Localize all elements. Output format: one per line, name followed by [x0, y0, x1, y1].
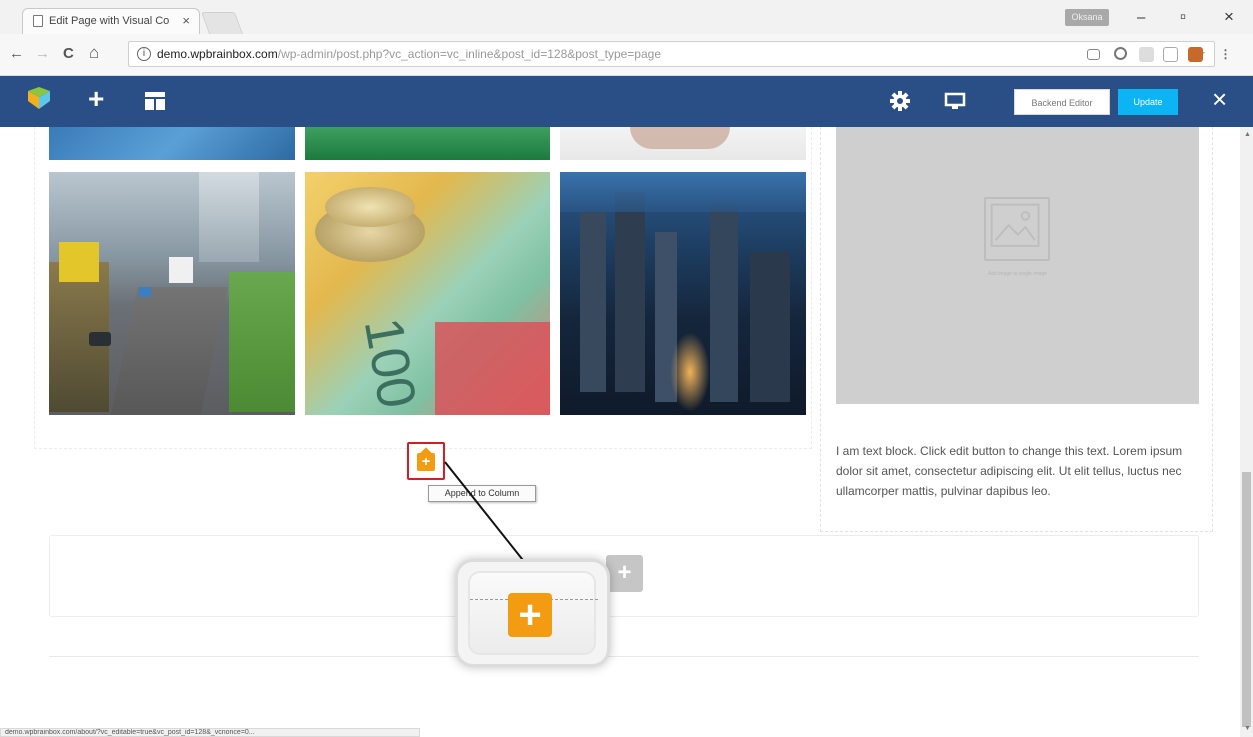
australian-money-image: 100 — [305, 172, 550, 415]
puzzle-icon[interactable] — [1139, 47, 1154, 62]
browser-tab-strip: Edit Page with Visual Co × Oksana – ▫ × — [0, 0, 1253, 34]
page-content: 100 Add image to single image I am text … — [0, 127, 1253, 737]
green-image — [305, 127, 550, 160]
window-close-icon[interactable]: × — [1224, 7, 1234, 27]
forward-icon[interactable]: → — [35, 45, 50, 62]
append-tooltip: Append to Column — [428, 485, 536, 502]
close-editor-icon[interactable]: × — [1212, 86, 1227, 112]
banknote-numeral: 100 — [352, 313, 428, 413]
maximize-icon[interactable]: ▫ — [1180, 7, 1186, 27]
add-row-plus-icon[interactable]: + — [606, 555, 643, 592]
sidebar-column[interactable]: Add image to single image I am text bloc… — [820, 127, 1213, 532]
vc-toolbar: + Backend Editor Update × — [0, 76, 1253, 127]
browser-toolbar: ← → C ⌂ i demo.wpbrainbox.com/wp-admin/p… — [0, 34, 1253, 76]
browser-tab[interactable]: Edit Page with Visual Co × — [22, 8, 200, 34]
pocket-icon[interactable] — [1163, 47, 1178, 62]
text-block[interactable]: I am text block. Click edit button to ch… — [836, 441, 1201, 501]
responsive-preview-icon[interactable] — [944, 92, 966, 110]
zoomed-plus-icon: + — [508, 593, 552, 637]
update-button[interactable]: Update — [1118, 89, 1178, 115]
append-to-column-button[interactable]: + — [407, 442, 445, 480]
single-image-placeholder[interactable]: Add image to single image — [836, 127, 1199, 404]
url-host: demo.wpbrainbox.com — [157, 47, 278, 61]
minimize-icon[interactable]: – — [1137, 9, 1145, 26]
templates-icon[interactable] — [145, 92, 165, 110]
zoom-callout: + — [455, 559, 610, 667]
tab-title: Edit Page with Visual Co — [49, 15, 170, 27]
image-placeholder-icon — [984, 197, 1050, 261]
highway-traffic-image — [49, 172, 295, 415]
url-path: /wp-admin/post.php?vc_action=vc_inline&p… — [277, 47, 662, 61]
row-divider — [49, 656, 1199, 657]
address-bar[interactable]: i demo.wpbrainbox.com/wp-admin/post.php?… — [128, 41, 1215, 67]
reload-icon[interactable]: C — [63, 45, 74, 62]
add-element-icon[interactable]: + — [88, 85, 104, 113]
tab-close-icon[interactable]: × — [182, 13, 190, 28]
scroll-up-arrow-icon[interactable]: ▲ — [1244, 131, 1251, 138]
page-icon — [33, 15, 43, 27]
menu-icon[interactable]: ⋮ — [1218, 47, 1233, 62]
status-bar-url: demo.wpbrainbox.com/about/?vc_editable=t… — [0, 728, 420, 737]
camera-icon[interactable] — [1087, 49, 1100, 60]
home-icon[interactable]: ⌂ — [89, 43, 99, 63]
city-night-image — [560, 172, 806, 415]
url-text: demo.wpbrainbox.com/wp-admin/post.php?vc… — [157, 47, 661, 61]
scroll-down-arrow-icon[interactable]: ▼ — [1244, 725, 1251, 732]
scrollbar-thumb[interactable] — [1242, 472, 1251, 727]
append-plus-icon[interactable]: + — [417, 453, 435, 471]
food-image — [560, 127, 806, 160]
search-icon[interactable] — [1114, 47, 1127, 60]
site-info-icon[interactable]: i — [137, 47, 151, 61]
back-icon[interactable]: ← — [9, 45, 24, 62]
new-tab-button[interactable] — [200, 12, 244, 34]
vc-logo-icon[interactable] — [26, 87, 52, 113]
settings-gear-icon[interactable] — [890, 91, 910, 111]
adblock-icon[interactable] — [1188, 47, 1203, 62]
placeholder-caption: Add image to single image — [988, 271, 1047, 277]
profile-button[interactable]: Oksana — [1065, 9, 1109, 26]
ocean-image — [49, 127, 295, 160]
backend-editor-button[interactable]: Backend Editor — [1014, 89, 1110, 115]
